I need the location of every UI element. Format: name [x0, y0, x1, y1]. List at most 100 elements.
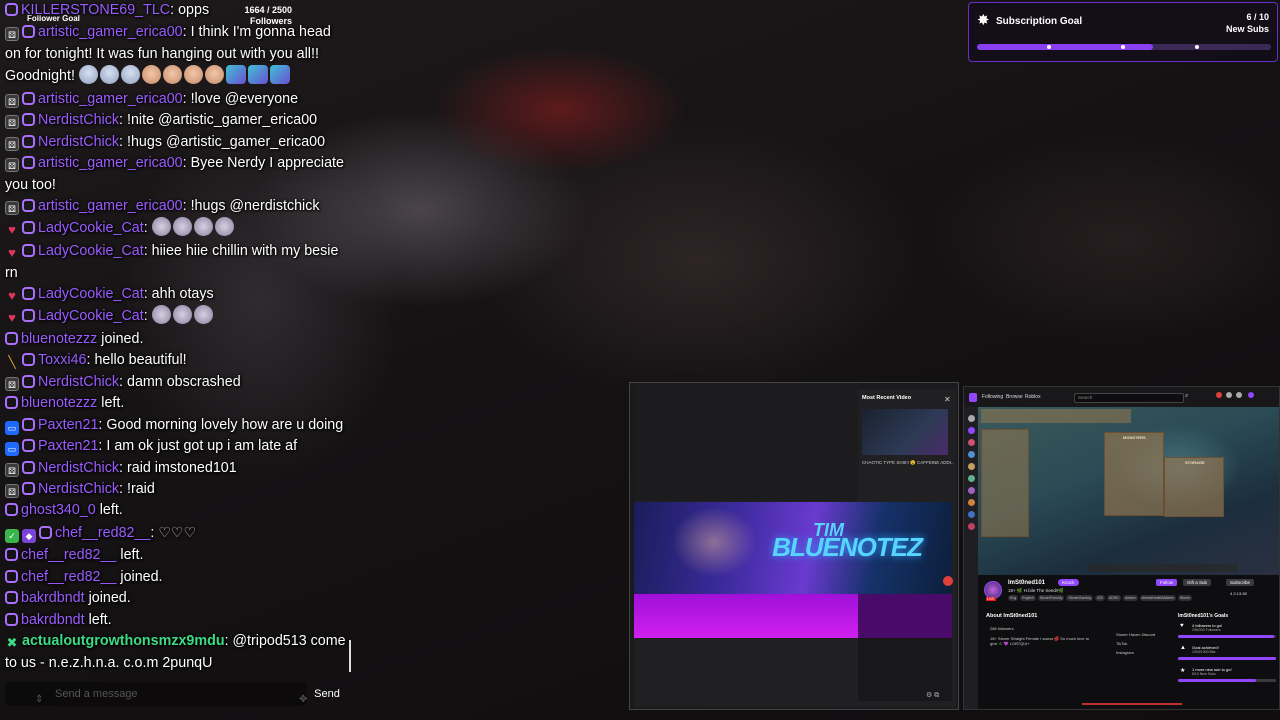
banner-logo-text: BLUENOTEZ — [772, 532, 923, 562]
tag[interactable]: ADHD — [1106, 595, 1121, 601]
tag[interactable]: Eng — [1008, 595, 1019, 601]
window-tools-icon[interactable]: ⚙ ⧉ — [926, 691, 939, 700]
channel-avatar[interactable] — [968, 451, 975, 458]
follow-button[interactable]: Follow — [1156, 579, 1178, 586]
chat-username[interactable]: LadyCookie_Cat — [38, 286, 144, 302]
profile-avatar[interactable] — [1248, 392, 1254, 398]
knock-button[interactable]: Knock — [1058, 579, 1079, 586]
nav-browse[interactable]: Browse — [1006, 394, 1023, 400]
chat-username[interactable]: artistic_gamer_erica00 — [38, 155, 183, 171]
chat-text: opps — [178, 2, 210, 18]
tag[interactable]: 420 — [1095, 595, 1105, 601]
twitch-logo-icon[interactable] — [969, 393, 977, 402]
live-badge: LIVE — [986, 597, 996, 601]
social-link[interactable]: TikTok — [1116, 639, 1155, 648]
chat-username[interactable]: bakrdbndt — [21, 590, 85, 606]
chat-username[interactable]: artistic_gamer_erica00 — [38, 24, 183, 40]
stream-title: 18+ 🌿 H.bile The Seed!!🌿 — [1008, 588, 1065, 593]
chat-username[interactable]: NerdistChick — [38, 112, 119, 128]
chat-username[interactable]: chef__red82__ — [55, 525, 150, 541]
progress-marker — [1047, 45, 1051, 49]
chat-message-input[interactable]: ⇕ Send a message ✥ — [5, 682, 307, 706]
chat-username[interactable]: bluenotezzz — [21, 331, 97, 347]
chat-text: !hugs @artistic_gamer_erica00 — [127, 134, 326, 150]
channel-avatar[interactable] — [968, 463, 975, 470]
chat-badge-icon — [5, 548, 18, 561]
chat-username[interactable]: LadyCookie_Cat — [38, 308, 144, 324]
video-thumbnail[interactable] — [862, 409, 948, 455]
chat-text: !love @everyone — [190, 91, 299, 107]
channel-goal: ♥ 4 followers to go! 296/300 Followers — [1178, 622, 1276, 640]
social-link[interactable]: Stoner Haven Discord — [1116, 630, 1155, 639]
collapse-icon[interactable] — [968, 415, 975, 422]
chat-message: bakrdbndt left. — [5, 610, 347, 632]
video-popup-window: Most Recent Video ✕ CHAOTIC TYPE SHIII!!… — [629, 382, 959, 710]
chat-username[interactable]: Toxxi46 — [38, 352, 86, 368]
bits-icon: ▲ — [1180, 645, 1186, 651]
moderator-badge-icon: ⚄ — [5, 27, 19, 41]
chat-username[interactable]: NerdistChick — [38, 460, 119, 476]
channel-avatar[interactable] — [968, 499, 975, 506]
chat-username[interactable]: actualoutgrowthonsmzx9mdu — [22, 633, 225, 649]
chat-message: ⚄ artistic_gamer_erica00: !hugs @nerdistc… — [5, 196, 347, 218]
chat-username[interactable]: NerdistChick — [38, 134, 119, 150]
record-icon[interactable] — [943, 576, 953, 586]
chat-username[interactable]: artistic_gamer_erica00 — [38, 198, 183, 214]
channel-avatar[interactable] — [968, 487, 975, 494]
twitch-search-input[interactable]: Search — [1074, 393, 1184, 403]
inbox-icon[interactable] — [1226, 392, 1232, 398]
tag[interactable]: MentalHealthMatters — [1139, 595, 1176, 601]
channel-avatar[interactable] — [968, 439, 975, 446]
tag[interactable]: StonerFriendly — [1037, 595, 1065, 601]
channel-goal: ★ 1 more new sub to go! 8/10 New Subs — [1178, 666, 1276, 684]
channel-avatar[interactable] — [968, 511, 975, 518]
emote-picker-icon[interactable]: ✥ — [299, 688, 307, 712]
notification-icon[interactable] — [1216, 392, 1222, 398]
chat-username[interactable]: ghost340_0 — [21, 502, 96, 518]
tag[interactable]: StonerGaming — [1066, 595, 1094, 601]
chat-username[interactable]: artistic_gamer_erica00 — [38, 91, 183, 107]
nav-following[interactable]: Following — [982, 394, 1003, 400]
chat-username[interactable]: bakrdbndt — [21, 612, 85, 628]
chat-username[interactable]: LadyCookie_Cat — [38, 220, 144, 236]
chevron-updown-icon[interactable]: ⇕ — [35, 688, 43, 712]
chat-username[interactable]: bluenotezzz — [21, 395, 97, 411]
chat-username[interactable]: Paxten21 — [38, 417, 98, 433]
channel-avatar[interactable] — [968, 475, 975, 482]
channel-avatar[interactable] — [968, 427, 975, 434]
about-title: About ImSt0ned101 — [986, 613, 1038, 619]
chat-username[interactable]: NerdistChick — [38, 481, 119, 497]
video-title[interactable]: CHAOTIC TYPE SHIII!! 😵 CAFFEINE ADDI... — [862, 460, 954, 466]
search-icon[interactable]: ⌕ — [1185, 393, 1188, 400]
blue-emote-icon — [247, 65, 268, 84]
social-link[interactable]: Instagram — [1116, 648, 1155, 657]
moderator-badge-icon: ⚄ — [5, 201, 19, 215]
heart-badge-icon: ♥ — [8, 245, 16, 260]
chat-username[interactable]: chef__red82__ — [21, 547, 116, 563]
stream-video-player[interactable]: MONSTERS STORAGE — [978, 407, 1279, 575]
tag[interactable]: English — [1020, 595, 1036, 601]
gift-sub-button[interactable]: Gift a Sub — [1183, 579, 1212, 586]
chat-username[interactable]: NerdistChick — [38, 374, 119, 390]
send-button[interactable]: Send — [307, 688, 347, 700]
channel-name[interactable]: ImSt0ned101 — [1008, 580, 1045, 586]
chat-text: joined. — [88, 590, 131, 606]
nav-roblox[interactable]: Roblox — [1025, 394, 1041, 400]
chat-badge-icon — [22, 221, 35, 234]
bits-icon[interactable] — [1236, 392, 1242, 398]
chat-username[interactable]: LadyCookie_Cat — [38, 243, 144, 259]
subscribe-button[interactable]: Subscribe — [1226, 579, 1255, 586]
chat-username[interactable]: KILLERSTONE69_TLC — [21, 2, 170, 18]
chat-username[interactable]: Paxten21 — [38, 438, 98, 454]
tag[interactable]: Stoner — [1177, 595, 1193, 601]
game-inventory-panel: MONSTERS — [1104, 432, 1164, 516]
close-icon[interactable]: ✕ — [944, 395, 951, 404]
tag[interactable]: Autism — [1122, 595, 1138, 601]
chat-username[interactable]: chef__red82__ — [21, 569, 116, 585]
cat-emote-icon — [193, 305, 213, 324]
chat-message: ♥ LadyCookie_Cat: hiiee hiie chillin with… — [5, 243, 339, 281]
channel-avatar[interactable] — [968, 523, 975, 530]
chat-text: damn obscrashed — [127, 374, 241, 390]
chat-message: ghost340_0 left. — [5, 500, 347, 522]
monitor-badge-icon: ▭ — [5, 421, 19, 435]
